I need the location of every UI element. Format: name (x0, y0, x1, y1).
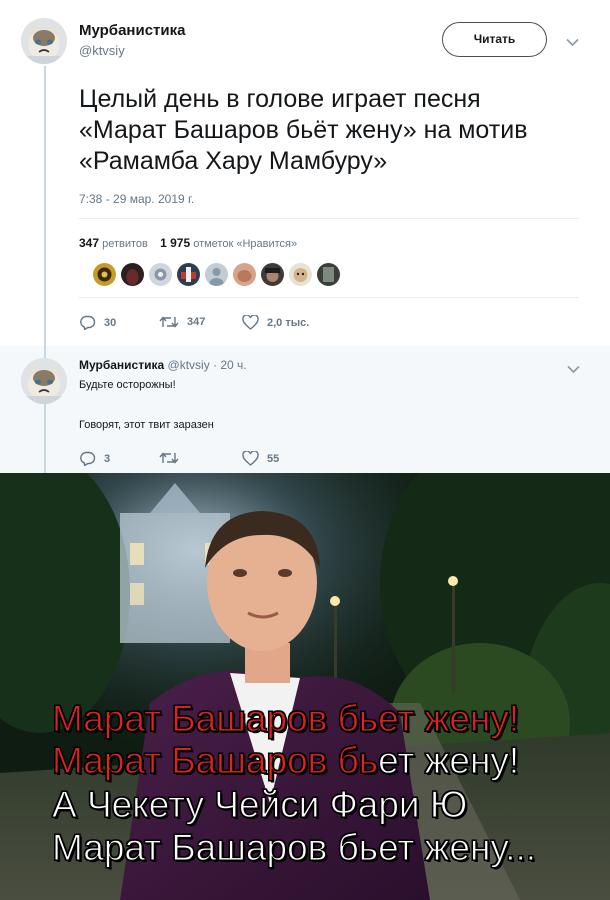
liker-avatar[interactable] (261, 263, 284, 286)
user-handle[interactable]: @ktvsiy (79, 43, 125, 58)
reply-count: 3 (104, 452, 111, 465)
like-count: 2,0 тыс. (267, 316, 310, 329)
liker-avatar[interactable] (233, 263, 256, 286)
reply-button[interactable]: 3 (79, 451, 110, 466)
retweet-count: 347 (187, 316, 206, 328)
like-button[interactable]: 55 (242, 451, 279, 466)
divider (79, 297, 579, 298)
follow-button[interactable]: Читать (442, 22, 547, 57)
retweet-icon (159, 452, 179, 464)
liker-avatar[interactable] (205, 263, 228, 286)
display-name[interactable]: Мурбанистика (79, 22, 185, 39)
like-count: 55 (267, 452, 280, 465)
caption-white-text: Марат Башаров бьет жену... (51, 827, 537, 868)
reply-tweet: Мурбанистика @ktvsiy · 20 ч. Будьте осто… (0, 346, 610, 473)
liker-avatar[interactable] (149, 263, 172, 286)
retweets-label[interactable]: ретвитов (102, 238, 148, 250)
caption-white-text: ет жену! (378, 740, 520, 781)
like-button[interactable]: 2,0 тыс. (242, 315, 309, 330)
tweet-actions: 30 347 2,0 тыс. (79, 315, 479, 335)
reply-count: 30 (104, 316, 117, 329)
retweets-count[interactable]: 347 (79, 236, 99, 250)
caption-red-text: Марат Башаров бьет жену! (51, 698, 520, 739)
retweet-button[interactable] (159, 451, 187, 465)
reply-actions: 3 55 (79, 451, 479, 471)
thread-line (44, 404, 46, 473)
likes-label[interactable]: отметок «Нравится» (193, 238, 297, 250)
reply-button[interactable]: 30 (79, 315, 116, 330)
liker-avatar[interactable] (177, 263, 200, 286)
caption-line: Марат Башаров бьет жену! (51, 698, 520, 739)
liker-avatar[interactable] (93, 263, 116, 286)
liker-avatar[interactable] (289, 263, 312, 286)
reply-header: Мурбанистика @ktvsiy · 20 ч. (79, 358, 247, 372)
reply-text-line: Будьте осторожны! (79, 379, 176, 391)
reply-icon (80, 315, 96, 330)
caption-line: А Чекету Чейси Фари Ю (51, 784, 468, 825)
avatar[interactable] (21, 358, 67, 404)
caption-line: Марат Башаров бьет жену! (51, 740, 520, 781)
liker-avatar[interactable] (317, 263, 340, 286)
chevron-down-icon[interactable] (567, 361, 580, 377)
tweet-timestamp[interactable]: 7:38 - 29 мар. 2019 г. (79, 192, 194, 206)
handle-and-time[interactable]: @ktvsiy · 20 ч. (168, 358, 247, 372)
like-icon (242, 451, 259, 466)
tweet-text-line: Целый день в голове играет песня (79, 85, 481, 113)
caption-white-text: А Чекету Чейси Фари Ю (51, 784, 468, 825)
tweet-text-line: «Марат Башаров бьёт жену» на мотив (79, 116, 528, 144)
attached-image[interactable]: Марат Башаров бьет жену! Марат Башаров б… (0, 473, 610, 900)
reply-text-line: Говорят, этот твит заразен (79, 419, 214, 431)
tweet-text-line: «Рамамба Хару Мамбуру» (79, 147, 388, 175)
avatar[interactable] (21, 18, 67, 64)
chevron-down-icon[interactable] (566, 34, 579, 50)
caption-red-text: Марат Башаров бь (51, 740, 379, 781)
display-name[interactable]: Мурбанистика (79, 358, 164, 372)
thread-line (44, 66, 46, 346)
divider (79, 218, 579, 219)
tweet-text: Целый день в голове играет песня «Марат … (79, 84, 579, 177)
like-icon (242, 315, 259, 330)
retweet-icon (159, 316, 179, 328)
tweet: Мурбанистика @ktvsiy Читать Целый день в… (0, 0, 610, 346)
retweet-button[interactable]: 347 (159, 315, 205, 329)
liker-avatar[interactable] (121, 263, 144, 286)
thread-line (44, 346, 46, 358)
reply-icon (80, 451, 96, 466)
caption-line: Марат Башаров бьет жену... (51, 827, 537, 868)
engagement-stats: 347 ретвитов 1 975 отметок «Нравится» (79, 236, 297, 250)
likes-count[interactable]: 1 975 (160, 236, 190, 250)
